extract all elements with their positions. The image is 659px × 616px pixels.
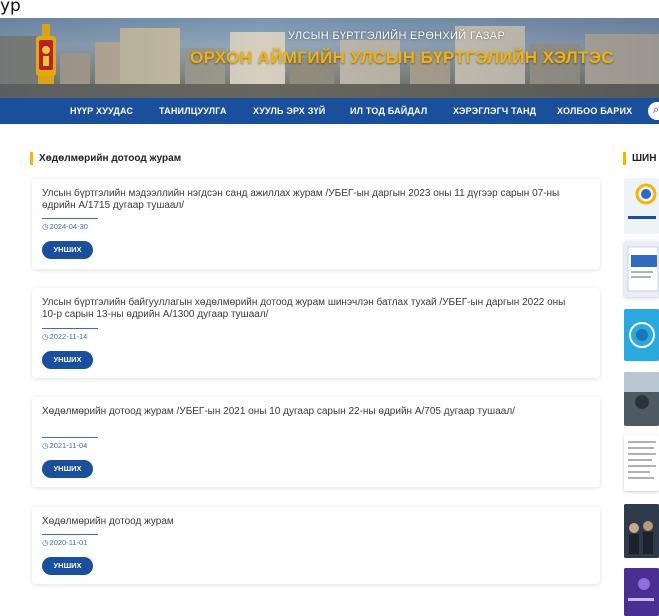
sidebar-news-thumb[interactable] [624, 241, 659, 297]
search-button[interactable]: ⌕ [648, 102, 659, 120]
post-date: ◷2022-11-14 [42, 332, 87, 341]
promo-image-icon [629, 322, 655, 348]
nav-item-about[interactable]: ТАНИЛЦУУЛГА [159, 98, 227, 124]
site-banner: УЛСЫН БҮРТГЭЛИЙН ЕРӨНХИЙ ГАЗАР ОРХОН АЙМ… [0, 18, 659, 98]
search-icon: ⌕ [653, 103, 659, 116]
read-button[interactable]: УНШИХ [42, 351, 93, 369]
post-card: Улсын бүртгэлийн байгууллагын хөдөлмөрий… [32, 288, 600, 378]
news-image-icon [628, 183, 657, 219]
clock-icon: ◷ [42, 441, 49, 450]
banner-title[interactable]: ОРХОН АЙМГИЙН УЛСЫН БҮРТГЭЛИЙН ХЭЛТЭС [190, 48, 614, 68]
state-emblem-icon [36, 24, 56, 84]
post-divider [42, 218, 98, 219]
post-date-text: 2022-11-14 [49, 332, 88, 341]
nav-item-law[interactable]: ХУУЛЬ ЭРХ ЗҮЙ [253, 98, 325, 124]
clock-icon: ◷ [42, 332, 49, 341]
post-title[interactable]: Улсын бүртгэлийн байгууллагын хөдөлмөрий… [42, 297, 582, 321]
main-nav: НҮҮР ХУУДАС ТАНИЛЦУУЛГА ХУУЛЬ ЭРХ ЗҮЙ ИЛ… [0, 98, 659, 124]
top-strip: ур [0, 0, 659, 18]
post-title[interactable]: Хөдөлмөрийн дотоод журам [42, 516, 582, 528]
post-date: ◷2024-04-30 [42, 222, 88, 231]
top-strip-text: ур [0, 0, 21, 16]
photo-image-icon [624, 372, 659, 426]
sidebar-news-thumb[interactable] [624, 504, 659, 558]
post-card: Хөдөлмөрийн дотоод журам ◷2020-11-01 УНШ… [32, 507, 600, 584]
nav-item-for-users[interactable]: ХЭРЭГЛЭГЧ ТАНД [453, 98, 536, 124]
nav-item-contact[interactable]: ХОЛБОО БАРИХ [557, 98, 632, 124]
post-card: Улсын бүртгэлийн мэдээллийн нэгдсэн санд… [32, 179, 600, 269]
nav-item-home[interactable]: НҮҮР ХУУДАС [70, 98, 133, 124]
banner-subtitle: УЛСЫН БҮРТГЭЛИЙН ЕРӨНХИЙ ГАЗАР [288, 30, 506, 42]
read-button[interactable]: УНШИХ [42, 460, 93, 478]
clock-icon: ◷ [42, 222, 49, 231]
sidebar-news-thumb[interactable] [624, 309, 659, 361]
banner-image-icon [624, 568, 659, 616]
section-title: Хөдөлмөрийн дотоод журам [39, 153, 182, 164]
post-date-text: 2024-04-30 [49, 222, 88, 231]
section-title-accent [30, 152, 33, 165]
sidebar-news-thumb[interactable] [624, 568, 659, 616]
post-date-text: 2021-11-04 [49, 441, 88, 450]
post-title[interactable]: Улсын бүртгэлийн мэдээллийн нэгдсэн санд… [42, 188, 582, 212]
post-date: ◷2021-11-04 [42, 441, 87, 450]
post-card: Хөдөлмөрийн дотоод журам /УБЕГ-ын 2021 о… [32, 397, 600, 487]
sidebar-news-thumb[interactable] [624, 372, 659, 426]
post-date-text: 2020-11-01 [49, 538, 88, 547]
sidebar-title: ШИН [632, 153, 657, 164]
clock-icon: ◷ [42, 538, 49, 547]
read-button[interactable]: УНШИХ [42, 557, 93, 575]
read-button[interactable]: УНШИХ [42, 241, 93, 259]
post-date: ◷2020-11-01 [42, 538, 87, 547]
sidebar-news-thumb[interactable] [624, 435, 659, 491]
nav-item-transparency[interactable]: ИЛ ТОД БАЙДАЛ [350, 98, 427, 124]
sidebar-title-accent [623, 152, 626, 165]
sidebar-news-thumb[interactable] [624, 178, 659, 234]
post-divider [42, 534, 98, 535]
post-divider [42, 437, 98, 438]
post-divider [42, 328, 98, 329]
document-image-icon [624, 241, 659, 297]
group-photo-icon [624, 504, 659, 558]
post-title[interactable]: Хөдөлмөрийн дотоод журам /УБЕГ-ын 2021 о… [42, 406, 582, 418]
text-document-icon [624, 435, 659, 491]
